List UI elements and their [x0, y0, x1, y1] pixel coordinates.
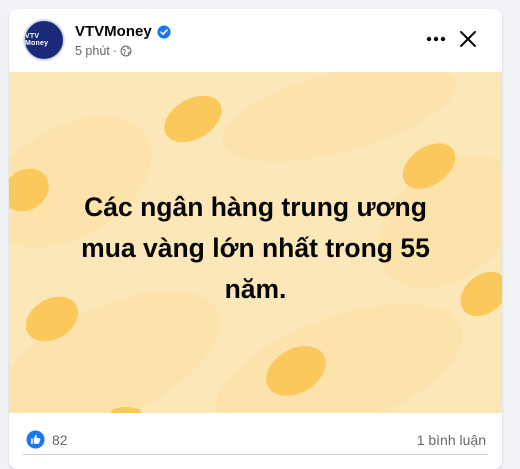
verified-badge-icon	[157, 24, 171, 39]
comment-count-link[interactable]: 1 bình luận	[417, 432, 486, 448]
post-timestamp[interactable]: 5 phút	[75, 44, 110, 58]
globe-icon	[120, 45, 132, 57]
post-card: VTV Money VTVMoney 5 phút · Các ngân hàn…	[9, 9, 502, 469]
post-footer: 82 1 bình luận	[9, 413, 502, 459]
post-header: VTV Money VTVMoney 5 phút ·	[9, 9, 502, 73]
author-row: VTVMoney	[75, 23, 171, 40]
post-text: Các ngân hàng trung ương mua vàng lớn nh…	[81, 192, 430, 304]
close-button[interactable]	[454, 25, 482, 53]
meta-separator: ·	[112, 44, 117, 58]
more-options-icon	[426, 36, 446, 42]
reaction-count[interactable]: 82	[52, 432, 68, 448]
footer-divider	[23, 454, 488, 455]
page-avatar[interactable]: VTV Money	[23, 19, 65, 61]
page-name-link[interactable]: VTVMoney	[75, 23, 152, 40]
post-background[interactable]: Các ngân hàng trung ương mua vàng lớn nh…	[9, 72, 502, 413]
avatar-logo-text: VTV Money	[25, 33, 49, 47]
close-icon	[460, 31, 476, 47]
post-meta: 5 phút ·	[75, 44, 132, 58]
like-icon[interactable]	[26, 430, 45, 449]
more-options-button[interactable]	[422, 25, 450, 53]
